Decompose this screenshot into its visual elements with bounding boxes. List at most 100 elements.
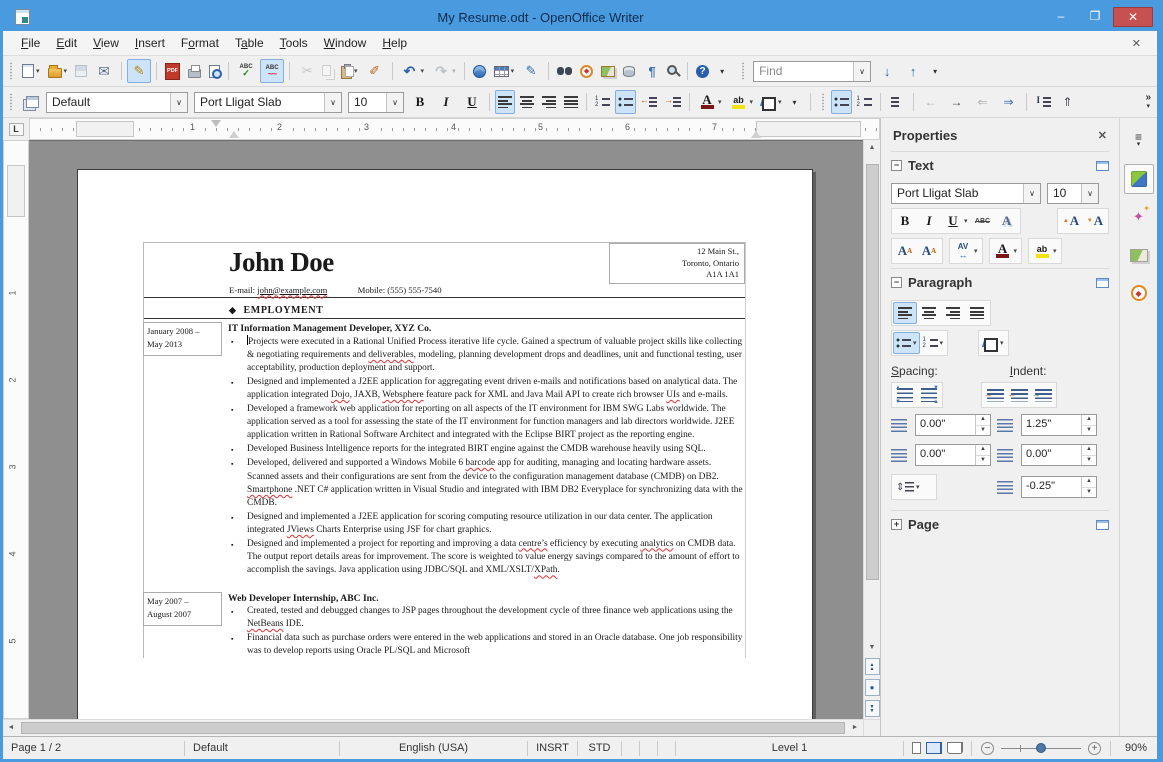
scroll-up-arrow[interactable]: ▲ [864,140,881,156]
single-page-view-icon[interactable] [912,742,921,754]
sidebar-underline-button[interactable]: U ▾ [941,210,971,232]
sidebar-increase-indent-button[interactable] [983,384,1007,406]
decrease-font-size-button[interactable]: A [1083,210,1107,232]
highlighting[interactable]: ab ▾ [727,90,757,114]
minimize-button[interactable]: – [1045,7,1077,27]
sidebar-align-right-button[interactable] [941,302,965,324]
insert-unnumbered-entry[interactable] [1032,90,1054,114]
vertical-scroll-thumb[interactable] [865,164,879,581]
sidebar-bold-button[interactable]: B [893,210,917,232]
subscript-button[interactable]: A [917,240,941,262]
menu-item-view[interactable]: View [85,33,127,53]
after-indent-value[interactable]: 0.00" [1022,445,1081,465]
font-color[interactable]: A ▾ [695,90,725,114]
no-list[interactable] [886,90,908,114]
undo-dropdown[interactable]: ▾ [421,67,425,75]
zoom-slider-thumb[interactable] [1036,742,1047,753]
page-indicator[interactable]: Page 1 / 2 [3,740,185,756]
page-dialog-launcher-icon[interactable] [1096,519,1109,530]
highlighting-dropdown[interactable]: ▾ [750,98,754,106]
superscript-button[interactable]: A [893,240,917,262]
print[interactable] [185,59,204,83]
horizontal-scroll-thumb[interactable] [21,722,845,734]
menu-item-tools[interactable]: Tools [272,33,316,53]
document-page[interactable]: John Doe 12 Main St., Toronto, Ontario A1A… [77,169,813,719]
align-justify[interactable] [561,90,581,114]
paragraph-style-combo[interactable]: Default ∨ [46,91,188,113]
nonprinting-characters[interactable]: ¶ [640,59,664,83]
tab-styles-and-formatting[interactable]: ✦ [1124,202,1154,232]
font-color-dropdown[interactable]: ▾ [718,98,722,106]
sidebar-font-name-dropdown[interactable]: ∨ [1023,184,1040,203]
decrease-indent[interactable] [638,90,660,114]
collapse-paragraph-icon[interactable]: − [891,277,902,288]
list-toolbar-overflow-down[interactable]: ▾ [1146,102,1150,111]
first-line-indent-spinner[interactable]: -0.25" ▲ ▼ [1021,476,1097,498]
navigation-button[interactable]: ● [864,679,880,696]
document-canvas[interactable]: John Doe 12 Main St., Toronto, Ontario A1A… [29,140,863,719]
sidebar-strikethrough-button[interactable]: ABC [971,210,995,232]
scroll-down-arrow[interactable]: ▼ [864,640,881,656]
first-line-indent-value[interactable]: -0.25" [1022,477,1081,497]
menu-item-file[interactable]: File [13,33,48,53]
paragraph-dialog-launcher-icon[interactable] [1096,277,1109,288]
background-color[interactable]: ▾ [758,90,785,114]
decrease-paragraph-spacing-button[interactable] [917,384,941,406]
undo[interactable]: ↶ ▾ [398,59,428,83]
help[interactable]: ? [693,59,712,83]
demote-one-level[interactable]: → [945,90,969,114]
sidebar-highlighting-button[interactable]: ab ▾ [1030,240,1060,262]
zoom-percent[interactable]: 90% [1111,742,1157,754]
background-color-dropdown[interactable]: ▾ [778,98,782,106]
paragraph-background-color-button[interactable]: ▾ [980,332,1007,354]
page-preview[interactable] [206,59,223,83]
export-pdf[interactable]: PDF [162,59,183,83]
menu-item-table[interactable]: Table [227,33,272,53]
after-text-indent-spinner[interactable]: 0.00" ▲ ▼ [1021,444,1097,466]
menu-item-help[interactable]: Help [374,33,415,53]
job-title[interactable]: IT Information Management Developer, XYZ… [228,322,745,335]
vertical-ruler[interactable]: 1 2 3 4 5 [3,140,29,719]
demote-with-subpoints[interactable]: ⇒ [997,90,1021,114]
insert-mode-indicator[interactable]: INSRT [528,740,578,756]
email-link[interactable]: john@example.com [257,285,327,295]
next-page-button[interactable]: ▼ ▼ [864,700,880,717]
job-date-cell[interactable]: January 2008 – May 2013 [143,321,222,356]
above-spacing-value[interactable]: 0.00" [916,415,975,435]
horizontal-scrollbar[interactable]: ◄ ► [3,719,880,736]
switch-indent-button[interactable] [1031,384,1055,406]
before-indent-value[interactable]: 1.25" [1022,415,1081,435]
formatting-toolbar-grip[interactable] [9,93,14,111]
sidebar-shadow-button[interactable]: A [995,210,1019,232]
paste-dropdown[interactable]: ▾ [354,67,358,75]
menu-item-edit[interactable]: Edit [48,33,85,53]
list-toolbar-overflow-more[interactable]: » [1145,93,1151,103]
table-dropdown[interactable]: ▾ [511,67,515,75]
list-numbering-on-off[interactable] [854,90,875,114]
bullet-item[interactable]: ▪ Financial data such as purchase orders … [228,632,745,659]
list-bullets-on-off[interactable] [830,90,852,114]
multi-page-view-icon[interactable] [926,742,942,754]
new-document-dropdown[interactable]: ▾ [36,67,40,75]
page-style-indicator[interactable]: Default [185,740,340,756]
sidebar-numbering-button[interactable]: ▾ [920,332,947,354]
sidebar-font-size-combo[interactable]: 10 ∨ [1047,183,1099,204]
sidebar-bullets-button[interactable]: ▾ [893,332,920,354]
previous-page-button[interactable]: ▲ ▲ [864,658,880,675]
redo-dropdown[interactable]: ▾ [452,67,456,75]
menu-item-insert[interactable]: Insert [127,33,173,53]
bullets-on-off[interactable] [615,90,636,114]
below-paragraph-spacing-spinner[interactable]: 0.00" ▲ ▼ [915,444,991,466]
font-size-dropdown[interactable]: ∨ [386,92,403,112]
show-draw-functions[interactable]: ✎ [519,59,543,83]
bullet-item[interactable]: ▪ Designed and implemented a J2EE applica… [228,376,745,403]
styles-and-formatting[interactable] [19,90,42,114]
font-name-dropdown[interactable]: ∨ [324,92,341,112]
left-indent-marker[interactable] [229,131,239,138]
zoom[interactable] [666,59,682,83]
navigator[interactable] [577,59,596,83]
auto-spellcheck[interactable]: ABC [260,59,285,83]
horizontal-ruler[interactable]: 1 2 3 4 5 6 7 [29,118,880,140]
sidebar-align-left-button[interactable] [893,302,917,324]
close-button[interactable]: ✕ [1113,7,1153,27]
